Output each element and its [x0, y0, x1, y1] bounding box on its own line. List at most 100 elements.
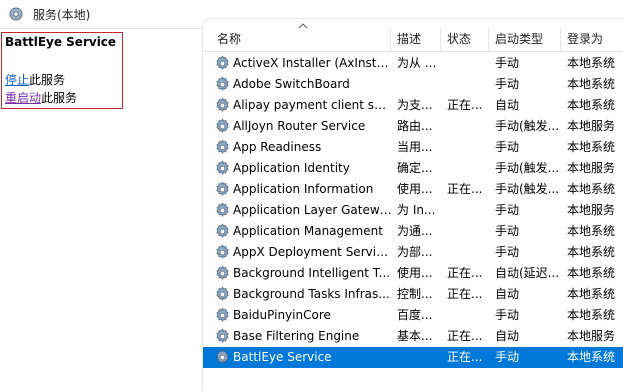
service-startup-type: 手动 — [495, 77, 520, 91]
service-name: Adobe SwitchBoard — [233, 77, 350, 91]
service-logon-as: 本地系统 — [567, 182, 616, 196]
service-gear-icon — [214, 55, 231, 72]
service-logon-as: 本地服务 — [567, 119, 616, 133]
service-row[interactable]: Base Filtering Engine 基本... 正在... 自动 本地服务 — [203, 326, 623, 347]
service-description — [397, 347, 441, 368]
service-name: Background Intelligent T... — [233, 266, 391, 280]
gear-icon — [9, 7, 23, 21]
service-row[interactable]: ActiveX Installer (AxInstSV) 为从 ... 手动 本地系统 — [203, 53, 623, 74]
service-description: 基本... — [397, 329, 433, 343]
service-row[interactable]: AllJoyn Router Service 路由... 手动(触发... 本地服务 — [203, 116, 623, 137]
service-gear-icon — [214, 202, 231, 219]
service-startup-type: 手动 — [495, 224, 520, 238]
service-row[interactable]: Adobe SwitchBoard 手动 本地系统 — [203, 74, 623, 95]
service-description: 为通... — [397, 224, 433, 238]
column-status[interactable]: 状态 — [441, 27, 489, 51]
service-startup-type: 手动 — [495, 308, 520, 322]
service-description: 为部... — [397, 245, 433, 259]
service-name: AppX Deployment Servic... — [233, 245, 393, 259]
service-logon-as: 本地服务 — [567, 203, 616, 217]
service-row[interactable]: Background Tasks Infras... 控制... 正在... 自动 本地… — [203, 284, 623, 305]
service-status: 正在... — [447, 182, 483, 196]
service-startup-type: 自动(延迟... — [495, 266, 560, 280]
service-description: 路由... — [397, 119, 433, 133]
stop-link[interactable]: 停止 — [5, 73, 29, 87]
service-name: AllJoyn Router Service — [233, 119, 366, 133]
service-name: Application Layer Gatewa... — [233, 203, 393, 217]
column-logon-as[interactable]: 登录为 — [561, 27, 623, 51]
service-gear-icon — [214, 265, 231, 282]
column-name[interactable]: 名称 — [203, 27, 391, 51]
service-row[interactable]: Background Intelligent T... 使用... 正在... 自动(… — [203, 263, 623, 284]
service-row[interactable]: Application Identity 确定... 手动(触发... 本地服务 — [203, 158, 623, 179]
window-title: 服务(本地) — [33, 8, 91, 22]
service-startup-type: 手动 — [495, 56, 520, 70]
service-gear-icon — [214, 160, 231, 177]
service-gear-icon — [214, 244, 231, 261]
service-logon-as: 本地系统 — [567, 140, 616, 154]
service-status — [447, 74, 487, 95]
service-row[interactable]: Alipay payment client sec... 为支... 正在... 自动… — [203, 95, 623, 116]
service-name: Application Management — [233, 224, 383, 238]
service-name: ActiveX Installer (AxInstSV) — [233, 56, 393, 70]
service-startup-type: 手动(触发... — [495, 119, 560, 133]
service-row[interactable]: BattlEye Service 正在... 手动 本地系统 — [203, 347, 623, 368]
service-startup-type: 自动 — [495, 98, 520, 112]
service-gear-icon — [214, 97, 231, 114]
service-startup-type: 手动 — [495, 140, 520, 154]
service-row[interactable]: Application Layer Gatewa... 为 In... 手动 本地服务 — [203, 200, 623, 221]
service-status — [447, 305, 487, 326]
service-description: 使用... — [397, 182, 433, 196]
service-gear-icon — [214, 307, 231, 324]
service-row[interactable]: AppX Deployment Servic... 为部... 手动 本地系统 — [203, 242, 623, 263]
service-name: App Readiness — [233, 140, 322, 154]
service-title: BattlEye Service — [5, 35, 117, 49]
service-startup-type: 手动 — [495, 245, 520, 259]
restart-link[interactable]: 重启动 — [5, 91, 41, 105]
service-gear-icon — [214, 328, 231, 345]
service-status — [447, 116, 487, 137]
column-startup-type[interactable]: 启动类型 — [489, 27, 561, 51]
service-startup-type: 自动 — [495, 329, 520, 343]
service-row[interactable]: Application Information 使用... 正在... 手动(触发..… — [203, 179, 623, 200]
restart-suffix: 此服务 — [41, 91, 78, 105]
service-description: 使用... — [397, 266, 433, 280]
service-startup-type: 手动 — [495, 350, 520, 364]
service-row[interactable]: BaiduPinyinCore 百度... 手动 本地系统 — [203, 305, 623, 326]
service-status — [447, 53, 487, 74]
service-status — [447, 221, 487, 242]
service-name: Background Tasks Infras... — [233, 287, 390, 301]
service-logon-as: 本地系统 — [567, 350, 616, 364]
details-pane: BattlEye Service 停止此服务 重启动此服务 — [0, 30, 200, 390]
service-row[interactable]: Application Management 为通... 手动 本地系统 — [203, 221, 623, 242]
column-header-row: 名称 描述 状态 启动类型 登录为 — [203, 27, 623, 52]
service-status — [447, 200, 487, 221]
service-description: 为从 ... — [397, 56, 437, 70]
service-status — [447, 242, 487, 263]
service-status: 正在... — [447, 98, 483, 112]
services-list[interactable]: 名称 描述 状态 启动类型 登录为 ActiveX Installer (AxI… — [202, 18, 623, 391]
restart-action: 重启动此服务 — [5, 89, 77, 106]
service-gear-icon — [214, 139, 231, 156]
service-status: 正在... — [447, 350, 483, 364]
service-status — [447, 137, 487, 158]
service-status — [447, 158, 487, 179]
service-name: BattlEye Service — [233, 350, 332, 364]
service-name: BaiduPinyinCore — [233, 308, 331, 322]
service-logon-as: 本地系统 — [567, 98, 616, 112]
service-row[interactable]: App Readiness 当用... 手动 本地系统 — [203, 137, 623, 158]
service-description: 当用... — [397, 140, 433, 154]
column-description[interactable]: 描述 — [391, 27, 441, 51]
list-bottom — [203, 376, 623, 391]
service-gear-icon — [214, 349, 231, 366]
service-gear-icon — [214, 286, 231, 303]
service-startup-type: 手动(触发... — [495, 161, 560, 175]
service-status: 正在... — [447, 266, 483, 280]
service-description: 为 In... — [397, 203, 436, 217]
service-logon-as: 本地系统 — [567, 224, 616, 238]
service-status: 正在... — [447, 287, 483, 301]
service-logon-as: 本地系统 — [567, 308, 616, 322]
service-description — [397, 74, 441, 95]
service-startup-type: 手动(触发... — [495, 182, 560, 196]
service-logon-as: 本地系统 — [567, 266, 616, 280]
